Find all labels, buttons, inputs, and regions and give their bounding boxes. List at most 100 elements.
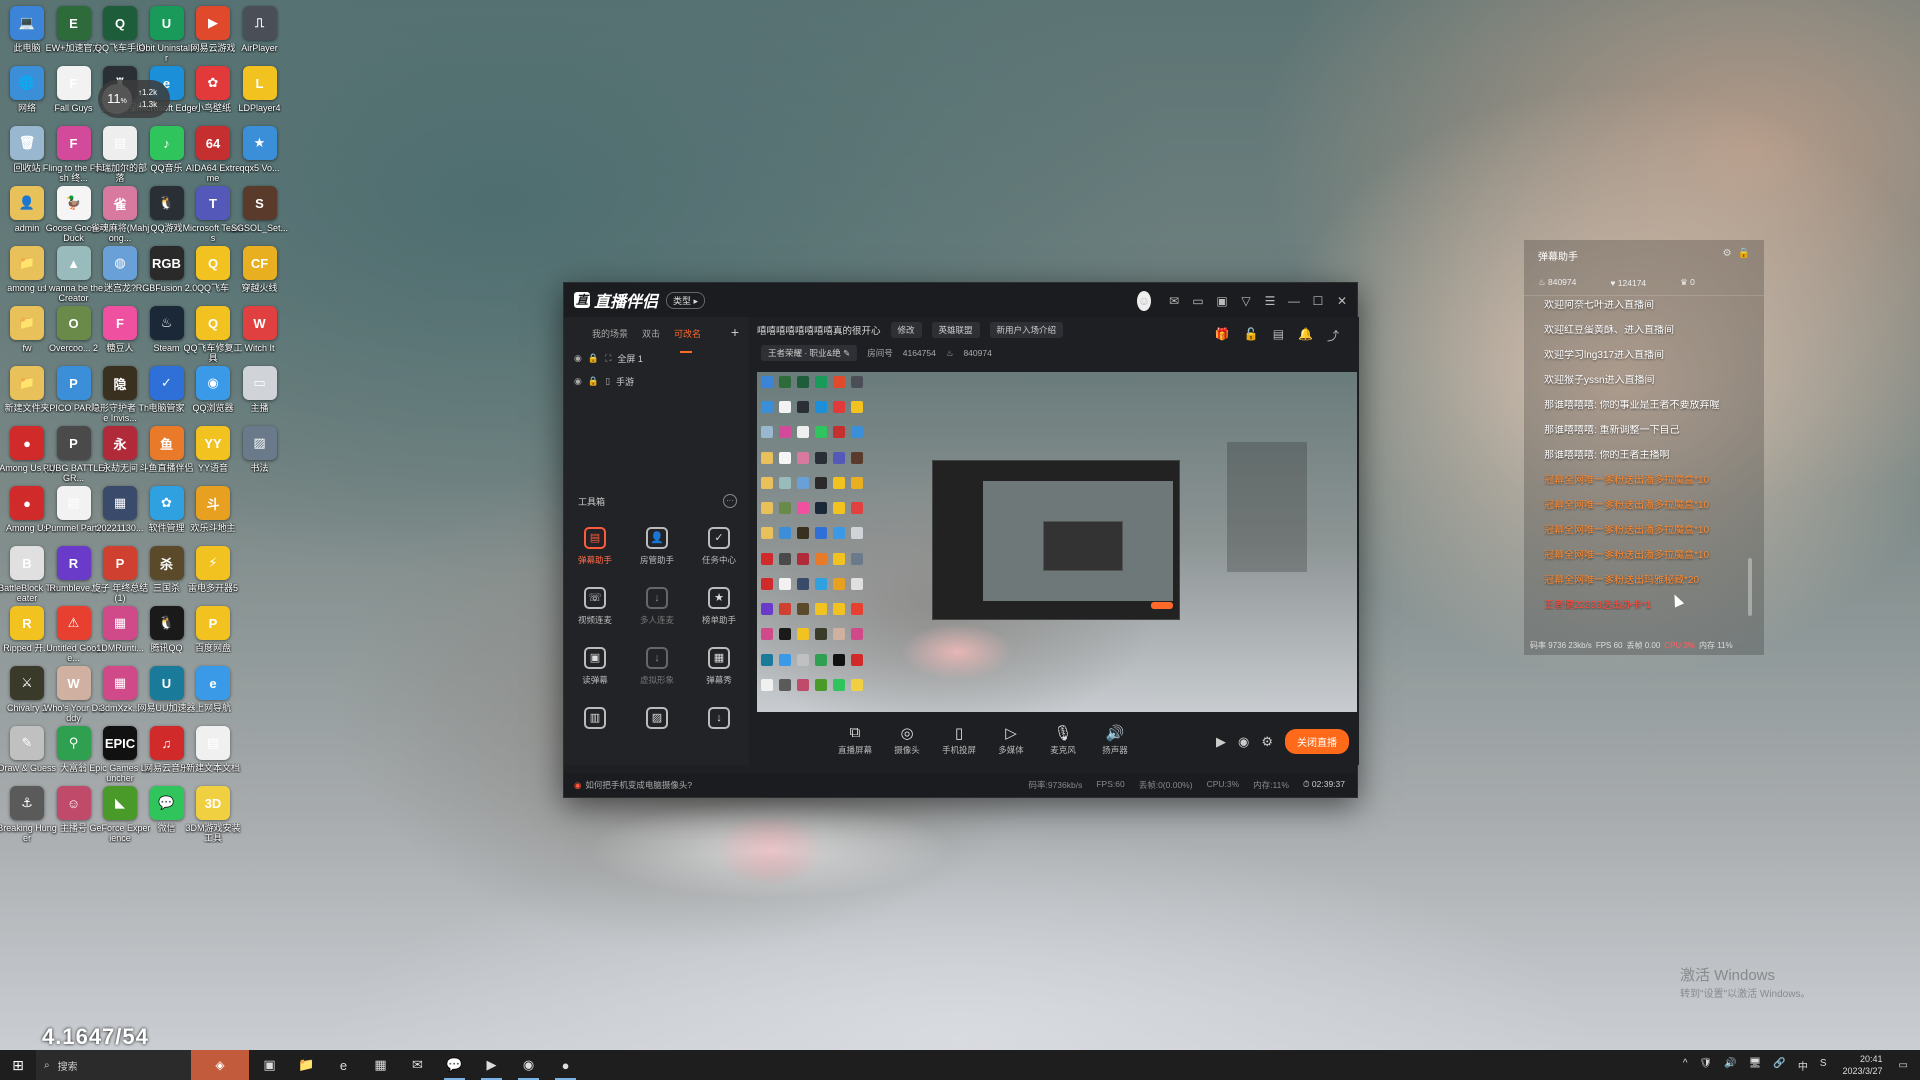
app-icon: B xyxy=(10,546,44,580)
search-placeholder: 搜索 xyxy=(57,1061,78,1073)
mail-icon[interactable]: ✉ xyxy=(1167,294,1181,308)
bell-icon[interactable]: 🔔 xyxy=(1298,327,1313,344)
network-speed-widget[interactable]: 11% ↑1.2k ↓1.3k xyxy=(98,80,170,118)
tool-item[interactable]: ★ 榜单助手 xyxy=(688,587,750,637)
app-icon: 3D xyxy=(196,786,230,820)
app-icon: ● xyxy=(10,426,44,460)
close-icon[interactable]: ✕ xyxy=(1335,294,1349,308)
tool-item[interactable]: ▣ 读弹幕 xyxy=(564,647,626,697)
app-icon: F xyxy=(56,66,91,100)
preview-icon xyxy=(851,476,863,489)
tool-item[interactable]: 👤 房管助手 xyxy=(626,527,688,577)
fps: FPS:60 xyxy=(1096,779,1125,789)
scrollbar[interactable] xyxy=(1748,558,1752,616)
preview-icon xyxy=(851,577,863,590)
layout-icon[interactable]: ▤ xyxy=(1273,327,1284,344)
tool-item[interactable]: ↓ 虚拟形象 xyxy=(626,647,688,697)
tool-item[interactable]: ▨ xyxy=(626,707,688,757)
minimize-icon[interactable]: — xyxy=(1287,294,1301,308)
app-icon: L xyxy=(242,66,277,100)
desktop-icon[interactable]: 3D 3DM游戏安装工具 xyxy=(183,786,243,860)
eye-icon[interactable]: ◉ xyxy=(574,353,582,364)
share-icon[interactable]: ⤴ xyxy=(1327,327,1339,344)
scene-item[interactable]: ◉ 🔒 ⛶ 全屏 1 xyxy=(564,347,749,370)
source-button[interactable]: ◎ 摄像头 xyxy=(881,724,933,756)
filter-icon[interactable]: ▽ xyxy=(1239,294,1253,308)
stream-preview[interactable] xyxy=(757,372,1357,712)
preview-eye-icon[interactable]: ◉ xyxy=(1238,734,1249,750)
tray-icon[interactable]: 🔊 xyxy=(1724,1058,1736,1073)
tray-icon[interactable]: 🔗 xyxy=(1773,1058,1785,1073)
unlock-icon[interactable]: 🔓 xyxy=(1244,327,1259,344)
source-label: 麦克风 xyxy=(1050,745,1076,755)
message-icon[interactable]: ▭ xyxy=(1191,294,1205,308)
app-icon: 永 xyxy=(103,426,137,460)
scene-item[interactable]: ◉ 🔒 ▯ 手游 xyxy=(564,370,749,393)
preview-icon xyxy=(779,678,791,691)
type-badge[interactable]: 类型 ▸ xyxy=(666,291,706,309)
intro-button[interactable]: 新用户入场介绍 xyxy=(989,322,1064,338)
user-avatar[interactable]: ☺ xyxy=(1137,291,1151,311)
category-selector[interactable]: 英雄联盟 xyxy=(931,322,980,338)
settings-icon[interactable]: ⚙ xyxy=(1723,248,1732,259)
screen-icon[interactable]: ▣ xyxy=(1215,294,1229,308)
taskbar-thumbnail-app[interactable]: ◈ xyxy=(191,1050,249,1080)
taskbar-app-store[interactable]: ▦ xyxy=(362,1050,399,1080)
notification-icon[interactable]: ▭ xyxy=(1899,1060,1908,1071)
taskbar-search[interactable]: ⌕ 搜索 xyxy=(36,1050,191,1080)
eye-icon[interactable]: ◉ xyxy=(574,376,582,387)
taskbar-app-qq-music[interactable]: ● xyxy=(547,1050,584,1080)
app-icon: RGB xyxy=(149,246,184,280)
source-button[interactable]: 🔊 扬声器 xyxy=(1089,724,1141,756)
windows-start-icon[interactable]: ⊞ xyxy=(0,1050,36,1080)
desktop-icon-label: AirPlayer xyxy=(241,43,278,53)
taskbar-app-task-view[interactable]: ▣ xyxy=(251,1050,288,1080)
tray-icon[interactable]: ^ xyxy=(1683,1058,1688,1073)
tool-item[interactable]: ▤ 弹幕助手 xyxy=(564,527,626,577)
source-button[interactable]: ⧉ 直播屏幕 xyxy=(829,724,881,756)
tool-item[interactable]: ↓ xyxy=(688,707,750,757)
tab-my-scene[interactable]: 我的场景 xyxy=(592,327,628,347)
tool-item[interactable]: ↓ 多人连麦 xyxy=(626,587,688,637)
menu-icon[interactable]: ☰ xyxy=(1263,294,1277,308)
gift-icon[interactable]: 🎁 xyxy=(1215,327,1230,344)
tray-icon[interactable]: 🖥 xyxy=(1749,1058,1762,1073)
taskbar-app-qq-browser[interactable]: ◉ xyxy=(510,1050,547,1080)
taskbar-app-live-companion[interactable]: ▶ xyxy=(473,1050,510,1080)
settings-icon[interactable]: ⚙ xyxy=(1261,734,1273,750)
tray-icon[interactable]: S xyxy=(1820,1058,1827,1073)
game-tag[interactable]: 王者荣耀 · 职业&绝 ✎ xyxy=(761,345,858,361)
taskbar-app-mail[interactable]: ✉ xyxy=(399,1050,436,1080)
preview-icon xyxy=(815,653,827,666)
tab-renameable[interactable]: 可改名 xyxy=(674,327,701,353)
lock-icon[interactable]: 🔒 xyxy=(588,353,599,364)
more-icon[interactable]: ··· xyxy=(723,494,737,508)
taskbar-app-explorer[interactable]: 📁 xyxy=(288,1050,325,1080)
tip-link[interactable]: 如何把手机变成电脑摄像头? xyxy=(585,779,692,791)
preview-icon xyxy=(833,552,845,565)
preview-chat xyxy=(1227,442,1307,572)
lock-icon[interactable]: 🔒 xyxy=(588,376,599,387)
tray-icon[interactable]: 中 xyxy=(1798,1058,1808,1073)
taskbar-app-edge[interactable]: e xyxy=(325,1050,362,1080)
app-icon: ♨ xyxy=(149,306,184,340)
edit-title-button[interactable]: 修改 xyxy=(890,322,922,338)
tab-double-click[interactable]: 双击 xyxy=(642,327,660,347)
stop-live-button[interactable]: 关闭直播 xyxy=(1285,729,1349,754)
tool-item[interactable]: ✓ 任务中心 xyxy=(688,527,750,577)
tool-item[interactable]: ▦ 弹幕秀 xyxy=(688,647,750,697)
source-button[interactable]: 🎙 麦克风 xyxy=(1037,724,1089,756)
source-button[interactable]: ▷ 多媒体 xyxy=(985,724,1037,756)
clock[interactable]: 20:41 2023/3/27 xyxy=(1843,1053,1883,1077)
tool-item[interactable]: ▥ xyxy=(564,707,626,757)
tray-icon[interactable]: 🛡 xyxy=(1700,1058,1713,1073)
app-icon: ▲ xyxy=(56,246,91,280)
record-icon[interactable]: ▶ xyxy=(1216,734,1226,750)
preview-icon xyxy=(833,376,845,388)
add-scene-icon[interactable]: + xyxy=(731,324,739,340)
lock-icon[interactable]: 🔒 xyxy=(1738,248,1750,259)
source-button[interactable]: ▯ 手机投屏 xyxy=(933,724,985,756)
tool-item[interactable]: ☏ 视频连麦 xyxy=(564,587,626,637)
taskbar-app-wechat[interactable]: 💬 xyxy=(436,1050,473,1080)
maximize-icon[interactable]: ☐ xyxy=(1311,294,1325,308)
